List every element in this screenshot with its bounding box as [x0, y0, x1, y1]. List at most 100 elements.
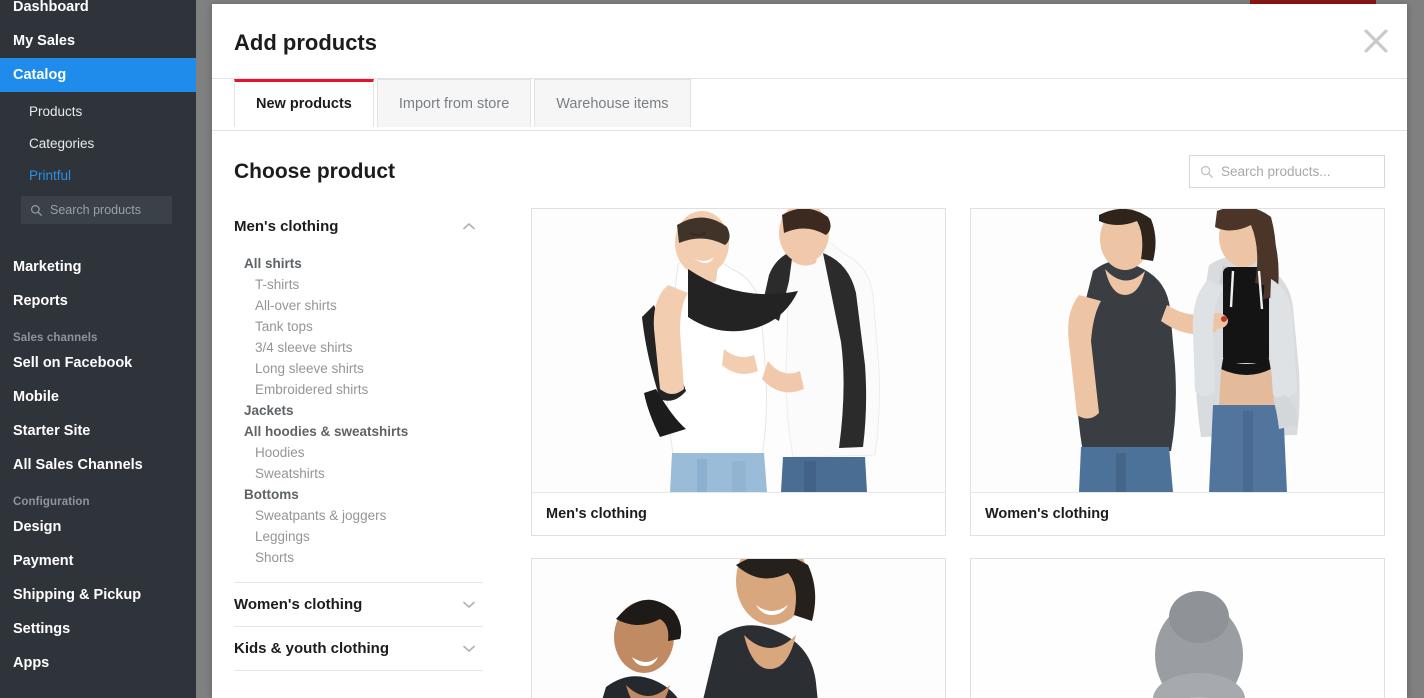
sidebar-item-label: Dashboard	[13, 0, 89, 15]
category-group-kids-youth-clothing: Kids & youth clothing	[234, 627, 483, 671]
category-item[interactable]: Tank tops	[234, 316, 483, 337]
sidebar-item-starter-site[interactable]: Starter Site	[0, 414, 196, 448]
product-card-womens-clothing[interactable]: Women's clothing	[970, 208, 1385, 536]
category-item[interactable]: Bottoms	[234, 484, 483, 505]
sidebar-item-label: All Sales Channels	[13, 457, 143, 473]
close-icon[interactable]	[1359, 24, 1393, 58]
choose-product-header: Choose product	[234, 131, 1385, 208]
product-card-accessories[interactable]	[970, 558, 1385, 698]
sidebar-item-label: Reports	[13, 293, 68, 309]
search-icon	[31, 204, 43, 216]
sidebar-item-settings[interactable]: Settings	[0, 612, 196, 646]
sidebar-item-label: Shipping & Pickup	[13, 587, 142, 603]
sidebar-subitem-products[interactable]: Products	[0, 96, 196, 128]
sidebar-section-configuration: Configuration	[13, 496, 90, 508]
sidebar-subitem-label: Printful	[29, 168, 72, 183]
category-item[interactable]: Long sleeve shirts	[234, 358, 483, 379]
sidebar-item-label: My Sales	[13, 33, 76, 49]
category-item[interactable]: All-over shirts	[234, 295, 483, 316]
category-item[interactable]: Sweatshirts	[234, 463, 483, 484]
category-item[interactable]: Sweatpants & joggers	[234, 505, 483, 526]
product-card-kids-clothing[interactable]	[531, 558, 946, 698]
modal-header: Add products	[212, 4, 1407, 79]
sidebar-item-label: Marketing	[13, 259, 82, 275]
tab-import-from-store[interactable]: Import from store	[376, 79, 532, 127]
sidebar-item-shipping-pickup[interactable]: Shipping & Pickup	[0, 578, 196, 612]
sidebar-subitem-printful[interactable]: Printful	[0, 160, 196, 192]
sidebar-item-label: Apps	[13, 655, 50, 671]
category-group-header[interactable]: Men's clothing	[234, 208, 483, 244]
sidebar-item-label: Design	[13, 519, 62, 535]
product-image-woman-and-boy-black-tshirts	[532, 559, 945, 698]
tab-label: Warehouse items	[556, 96, 669, 112]
category-group-label: Men's clothing	[234, 217, 339, 235]
product-search-box[interactable]	[1189, 155, 1385, 188]
category-group-header[interactable]: Women's clothing	[234, 583, 483, 626]
sidebar-item-label: Payment	[13, 553, 74, 569]
product-image-two-men-white-tshirts	[532, 209, 945, 492]
sidebar-item-design[interactable]: Design	[0, 510, 196, 544]
category-tree: Men's clothing All shirts T-shirts All-o…	[234, 208, 489, 671]
chevron-down-icon[interactable]	[462, 600, 476, 609]
sidebar-subitem-label: Products	[29, 104, 83, 119]
category-item[interactable]: 3/4 sleeve shirts	[234, 337, 483, 358]
tab-label: Import from store	[398, 96, 510, 112]
sidebar-subitem-categories[interactable]: Categories	[0, 128, 196, 160]
product-card-label: Men's clothing	[532, 492, 945, 535]
category-item[interactable]: All shirts	[234, 253, 483, 274]
sidebar-search-input[interactable]: Search products	[21, 196, 172, 224]
category-group-label: Women's clothing	[234, 596, 363, 613]
modal-content: Men's clothing All shirts T-shirts All-o…	[234, 208, 1385, 698]
category-item[interactable]: T-shirts	[234, 274, 483, 295]
product-card-mens-clothing[interactable]: Men's clothing	[531, 208, 946, 536]
add-products-modal: Add products New products Import from st…	[212, 4, 1407, 698]
sidebar-item-all-sales-channels[interactable]: All Sales Channels	[0, 448, 196, 482]
sidebar-item-catalog[interactable]: Catalog	[0, 58, 196, 92]
search-icon	[1200, 165, 1214, 178]
sidebar-item-dashboard[interactable]: Dashboard	[0, 0, 196, 24]
category-group-label: Kids & youth clothing	[234, 640, 389, 657]
page-title: Choose product	[234, 159, 395, 183]
sidebar-item-apps[interactable]: Apps	[0, 646, 196, 680]
sidebar-item-label: Catalog	[13, 67, 67, 83]
tab-label: New products	[256, 96, 352, 112]
tab-new-products[interactable]: New products	[234, 79, 374, 127]
chevron-up-icon[interactable]	[462, 222, 476, 231]
category-group-mens-clothing: Men's clothing All shirts T-shirts All-o…	[234, 208, 483, 583]
category-item[interactable]: Leggings	[234, 526, 483, 547]
main-sidebar: Dashboard My Sales Catalog Products Cate…	[0, 0, 196, 698]
modal-title: Add products	[234, 30, 377, 55]
sidebar-item-reports[interactable]: Reports	[0, 284, 196, 318]
category-group-womens-clothing: Women's clothing	[234, 583, 483, 627]
product-image-two-women-tshirt-hoodie	[971, 209, 1384, 492]
category-item[interactable]: Embroidered shirts	[234, 379, 483, 400]
category-item[interactable]: All hoodies & sweatshirts	[234, 421, 483, 442]
tab-warehouse-items[interactable]: Warehouse items	[534, 79, 691, 127]
sidebar-item-label: Settings	[13, 621, 71, 637]
sidebar-item-my-sales[interactable]: My Sales	[0, 24, 196, 58]
sidebar-search-placeholder: Search products	[50, 203, 142, 217]
sidebar-item-sell-on-facebook[interactable]: Sell on Facebook	[0, 346, 196, 380]
product-grid: Men's clothing Women's clothing	[489, 208, 1385, 698]
product-image-gray-pom-beanie	[971, 559, 1384, 698]
modal-tabs: New products Import from store Warehouse…	[212, 79, 1407, 131]
sidebar-item-marketing[interactable]: Marketing	[0, 250, 196, 284]
product-card-label: Women's clothing	[971, 492, 1384, 535]
sidebar-item-label: Starter Site	[13, 423, 91, 439]
sidebar-section-sales-channels: Sales channels	[13, 332, 98, 344]
sidebar-subitem-label: Categories	[29, 136, 95, 151]
category-item[interactable]: Shorts	[234, 547, 483, 568]
search-input[interactable]	[1221, 164, 1371, 179]
category-items: All shirts T-shirts All-over shirts Tank…	[234, 244, 483, 582]
category-item[interactable]: Hoodies	[234, 442, 483, 463]
sidebar-item-label: Mobile	[13, 389, 59, 405]
category-group-header[interactable]: Kids & youth clothing	[234, 627, 483, 670]
category-item[interactable]: Jackets	[234, 400, 483, 421]
modal-body: Choose product Men's clothing	[212, 131, 1407, 698]
catalog-subnav: Products Categories Printful Search prod…	[0, 92, 196, 232]
chevron-down-icon[interactable]	[462, 644, 476, 653]
sidebar-item-mobile[interactable]: Mobile	[0, 380, 196, 414]
sidebar-item-payment[interactable]: Payment	[0, 544, 196, 578]
sidebar-item-label: Sell on Facebook	[13, 355, 133, 371]
